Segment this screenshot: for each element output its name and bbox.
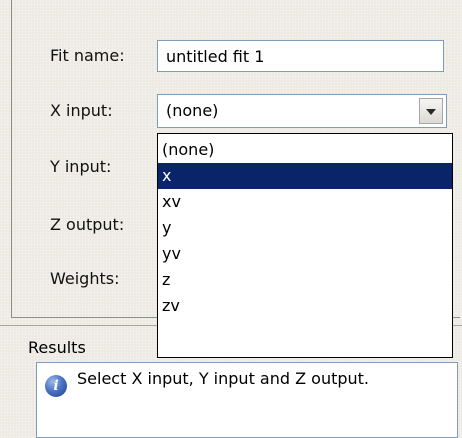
y-input-label: Y input:: [50, 157, 112, 176]
fit-name-label: Fit name:: [50, 46, 125, 65]
results-message: Select X input, Y input and Z output.: [77, 369, 370, 388]
dropdown-option-z[interactable]: z: [158, 267, 452, 293]
fit-name-field[interactable]: [157, 40, 444, 72]
dropdown-option-yv[interactable]: yv: [158, 241, 452, 267]
chevron-down-icon[interactable]: [419, 98, 443, 124]
dropdown-option-xv[interactable]: xv: [158, 189, 452, 215]
results-title: Results: [28, 338, 86, 357]
dropdown-option-zv[interactable]: zv: [158, 293, 452, 319]
x-input-label: X input:: [50, 101, 113, 120]
weights-label: Weights:: [50, 269, 120, 288]
dropdown-option-x[interactable]: x: [158, 163, 452, 189]
x-input-dropdown-list[interactable]: (none) x xv y yv z zv: [157, 133, 453, 358]
z-output-label: Z output:: [50, 215, 125, 234]
info-icon: i: [45, 375, 67, 397]
x-input-combo[interactable]: (none): [157, 94, 447, 128]
x-input-value: (none): [166, 101, 219, 120]
dropdown-option-none[interactable]: (none): [158, 137, 452, 163]
results-box: i Select X input, Y input and Z output.: [36, 362, 458, 438]
dropdown-option-y[interactable]: y: [158, 215, 452, 241]
